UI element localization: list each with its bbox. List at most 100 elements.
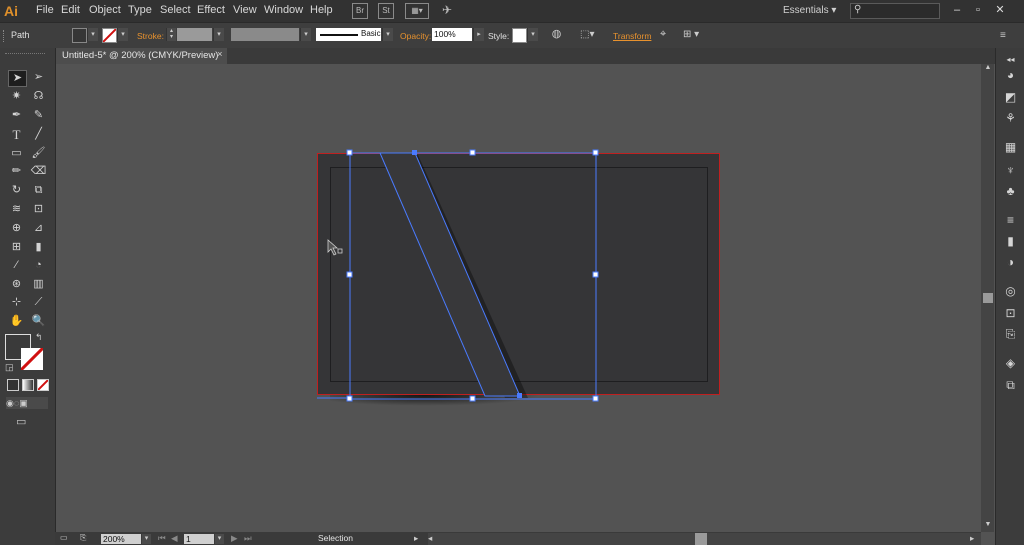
opacity-input[interactable]: 100% bbox=[432, 28, 472, 41]
curvature-tool-icon[interactable]: ✎ bbox=[30, 108, 47, 123]
gpu-icon[interactable]: ✈ bbox=[440, 3, 454, 17]
stroke-label[interactable]: Stroke: bbox=[137, 31, 164, 41]
export-icon[interactable]: ⎘ bbox=[80, 533, 94, 543]
close-tab-icon[interactable]: × bbox=[217, 49, 223, 60]
rotate-tool-icon[interactable]: ↻ bbox=[8, 183, 25, 198]
transform-link[interactable]: Transform bbox=[613, 31, 651, 41]
scroll-left-icon[interactable]: ◂ bbox=[428, 533, 432, 544]
magic-wand-tool-icon[interactable]: ✷ bbox=[8, 89, 25, 104]
graphic-style-swatch[interactable] bbox=[512, 28, 527, 43]
vertical-scroll-thumb[interactable] bbox=[983, 293, 993, 303]
blend-tool-icon[interactable]: ◔ bbox=[30, 258, 47, 273]
menu-select[interactable]: Select bbox=[160, 4, 191, 16]
symbols-panel-icon[interactable]: ♣ bbox=[1003, 184, 1018, 199]
variable-width-profile[interactable] bbox=[231, 28, 299, 41]
zoom-tool-icon[interactable]: 🔍 bbox=[30, 314, 47, 329]
stock-icon[interactable]: St bbox=[378, 3, 394, 19]
screen-mode-icon[interactable]: ▭ bbox=[16, 415, 34, 428]
type-tool-icon[interactable]: T bbox=[8, 127, 25, 142]
line-tool-icon[interactable]: ╱ bbox=[30, 127, 47, 142]
brushes-panel-icon[interactable]: ♆ bbox=[1003, 163, 1018, 178]
fill-dropdown[interactable]: ▾ bbox=[87, 28, 98, 41]
slice-tool-icon[interactable]: ⟋ bbox=[30, 295, 47, 310]
paintbrush-tool-icon[interactable]: 🖌 bbox=[30, 146, 47, 161]
menu-help[interactable]: Help bbox=[310, 4, 333, 16]
eraser-tool-icon[interactable]: ⌫ bbox=[30, 164, 47, 179]
bridge-icon[interactable]: Br bbox=[352, 3, 368, 19]
arrange-docs-icon[interactable]: ▦▾ bbox=[405, 3, 429, 19]
mesh-tool-icon[interactable]: ⊞ bbox=[8, 240, 25, 255]
cc-libraries-icon[interactable]: ⚘ bbox=[1003, 111, 1018, 126]
eyedropper-tool-icon[interactable]: ⁄ bbox=[8, 258, 25, 273]
menu-view[interactable]: View bbox=[233, 4, 257, 16]
swap-colors-icon[interactable]: ↰ bbox=[35, 332, 45, 342]
drawing-mode-icon[interactable]: ◉◌▣ bbox=[6, 397, 48, 409]
artboard-number-input[interactable]: 1 bbox=[184, 534, 214, 544]
none-mode-icon[interactable] bbox=[37, 379, 49, 391]
column-graph-tool-icon[interactable]: ▥ bbox=[30, 277, 47, 292]
stroke-swatch[interactable] bbox=[102, 28, 117, 43]
color-mode-icon[interactable] bbox=[7, 379, 19, 391]
zoom-dropdown[interactable]: ▾ bbox=[142, 534, 151, 544]
graphic-style-dropdown[interactable]: ▾ bbox=[527, 28, 538, 41]
opacity-dropdown[interactable]: ▸ bbox=[473, 28, 484, 41]
first-artboard-icon[interactable]: ⏮ bbox=[158, 533, 166, 544]
artboard-dropdown[interactable]: ▾ bbox=[215, 534, 224, 544]
menu-type[interactable]: Type bbox=[128, 4, 152, 16]
recolor-artwork-icon[interactable]: ◍ bbox=[550, 28, 563, 41]
artboard-tool-icon[interactable]: ⊹ bbox=[8, 295, 25, 310]
hand-tool-icon[interactable]: ✋ bbox=[8, 314, 25, 329]
selection-tool-icon[interactable]: ➤ bbox=[8, 70, 27, 87]
direct-selection-tool-icon[interactable]: ➢ bbox=[30, 70, 47, 85]
default-colors-icon[interactable]: ◲ bbox=[5, 362, 15, 372]
isolate-icon[interactable]: ⌖ bbox=[660, 28, 674, 41]
panel-options-icon[interactable]: ⊞ ▾ bbox=[683, 28, 705, 41]
gradient-mode-icon[interactable] bbox=[22, 379, 34, 391]
inner-rectangle[interactable] bbox=[330, 167, 708, 382]
maximize-icon[interactable]: ▫ bbox=[971, 3, 985, 17]
stroke-weight-stepper[interactable]: ▴ ▾ bbox=[166, 28, 176, 41]
pencil-tool-icon[interactable]: ✏ bbox=[8, 164, 25, 179]
rectangle-tool-icon[interactable]: ▭ bbox=[8, 146, 25, 161]
free-transform-tool-icon[interactable]: ⊡ bbox=[30, 202, 47, 217]
asset-export-icon[interactable]: ⎘ bbox=[1003, 327, 1018, 342]
stroke-weight-input[interactable] bbox=[177, 28, 212, 41]
prev-artboard-icon[interactable]: ◀ bbox=[171, 533, 178, 544]
panel-expand-icon[interactable]: ◂◂ bbox=[1003, 52, 1018, 67]
appearance-panel-icon[interactable]: ◎ bbox=[1003, 284, 1018, 299]
stroke-weight-dropdown[interactable]: ▾ bbox=[213, 28, 224, 41]
menu-window[interactable]: Window bbox=[264, 4, 303, 16]
transparency-panel-icon[interactable]: ◑ bbox=[1003, 255, 1018, 270]
stroke-panel-icon[interactable]: ≡ bbox=[1003, 213, 1018, 228]
brush-definition[interactable]: Basic bbox=[316, 28, 381, 41]
gradient-tool-icon[interactable]: ▮ bbox=[30, 240, 47, 255]
scale-tool-icon[interactable]: ⧉ bbox=[30, 183, 47, 198]
lasso-tool-icon[interactable]: ☊ bbox=[30, 89, 47, 104]
scroll-down-icon[interactable]: ▼ bbox=[983, 521, 993, 531]
swatches-panel-icon[interactable]: ▦ bbox=[1003, 140, 1018, 155]
minimize-icon[interactable]: – bbox=[950, 3, 964, 17]
control-menu-icon[interactable]: ≡ bbox=[1000, 29, 1014, 42]
color-panel-icon[interactable]: ◕ bbox=[1003, 68, 1018, 83]
fill-swatch[interactable] bbox=[72, 28, 87, 43]
status-menu-icon[interactable]: ▸ bbox=[414, 533, 418, 544]
document-tab[interactable]: Untitled-5* @ 200% (CMYK/Preview) × bbox=[55, 48, 227, 64]
color-guide-icon[interactable]: ◩ bbox=[1003, 90, 1018, 105]
warp-tool-icon[interactable]: ≋ bbox=[8, 202, 25, 217]
last-artboard-icon[interactable]: ⏭ bbox=[244, 533, 252, 544]
brush-dropdown[interactable]: ▾ bbox=[382, 28, 393, 41]
scroll-up-icon[interactable]: ▲ bbox=[983, 64, 993, 74]
symbol-sprayer-tool-icon[interactable]: ⊛ bbox=[8, 277, 25, 292]
search-input[interactable]: ⚲ bbox=[850, 3, 940, 19]
align-options-icon[interactable]: ⬚▾ bbox=[580, 28, 598, 41]
shape-builder-tool-icon[interactable]: ⊕ bbox=[8, 221, 25, 236]
menu-edit[interactable]: Edit bbox=[61, 4, 80, 16]
variable-width-dropdown[interactable]: ▾ bbox=[300, 28, 311, 41]
scroll-right-icon[interactable]: ▸ bbox=[970, 533, 974, 544]
perspective-grid-tool-icon[interactable]: ⊿ bbox=[30, 221, 47, 236]
zoom-level-input[interactable]: 200% bbox=[101, 534, 141, 544]
layers-panel-icon[interactable]: ◈ bbox=[1003, 356, 1018, 371]
next-artboard-icon[interactable]: ▶ bbox=[231, 533, 238, 544]
opacity-label[interactable]: Opacity: bbox=[400, 31, 431, 41]
menu-object[interactable]: Object bbox=[89, 4, 121, 16]
